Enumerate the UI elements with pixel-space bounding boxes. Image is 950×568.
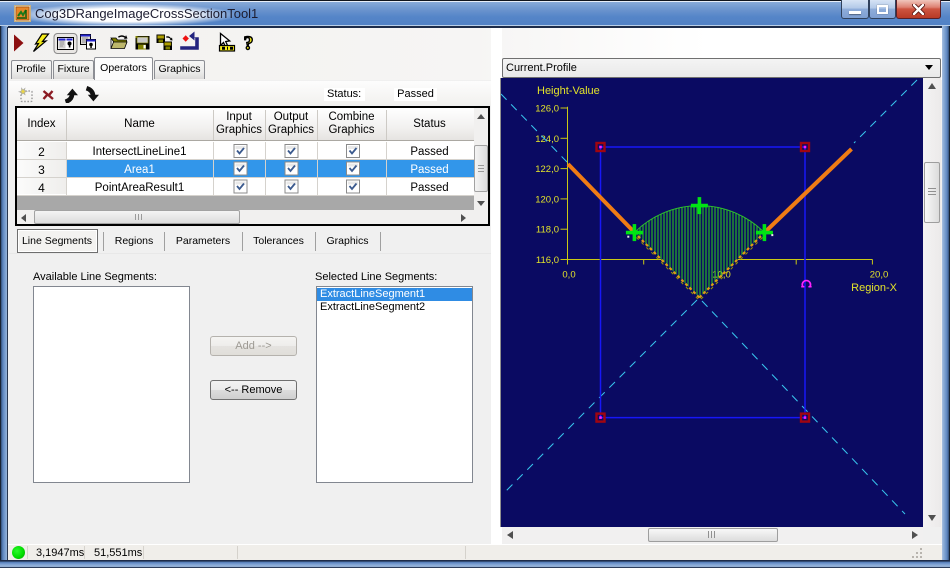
svg-text:118,0: 118,0 [536,225,559,236]
svg-text:?: ? [244,33,254,55]
svg-text:116,0: 116,0 [536,255,559,266]
svg-text:0,0: 0,0 [562,270,575,281]
svg-text:20,0: 20,0 [870,270,889,281]
svg-text:Height-Value: Height-Value [537,85,600,97]
svg-text:120,0: 120,0 [535,194,559,205]
svg-text:Region-X: Region-X [851,282,898,294]
svg-text:126,0: 126,0 [535,104,559,115]
svg-text:124,0: 124,0 [535,134,559,145]
svg-text:122,0: 122,0 [535,164,559,175]
